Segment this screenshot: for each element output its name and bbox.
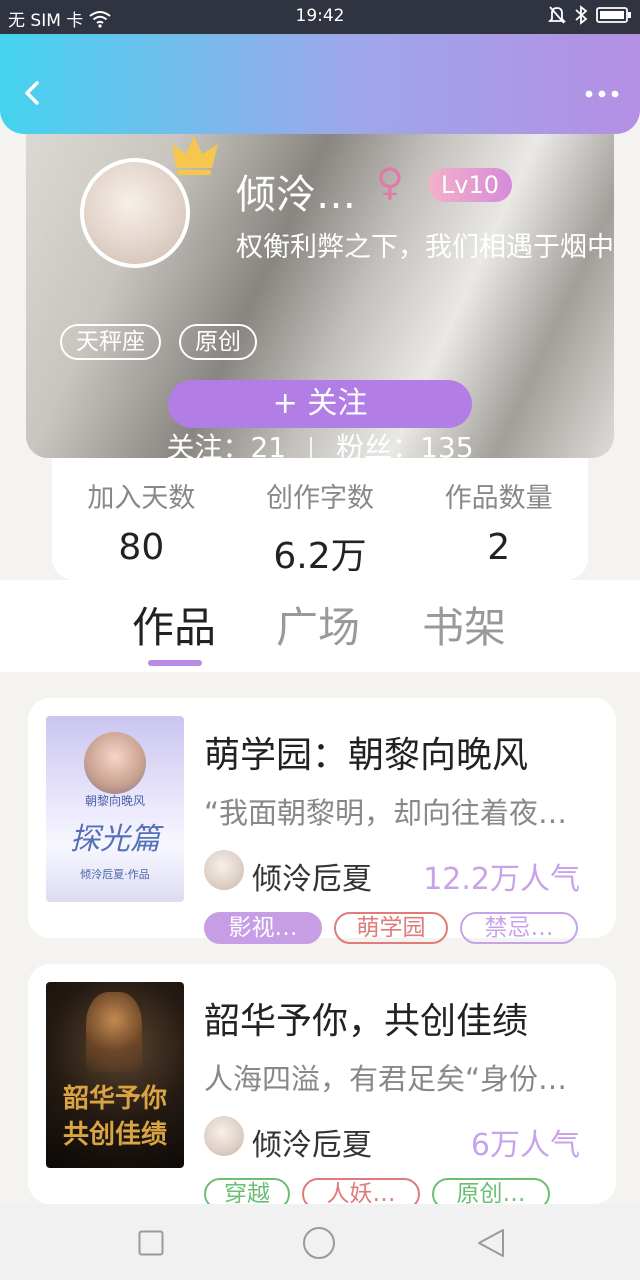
- author-avatar: [204, 850, 244, 890]
- more-dots-icon[interactable]: [584, 84, 620, 104]
- cover-title: 韶华予你: [62, 1084, 167, 1114]
- book-description: “我面朝黎明，却向往着夜…: [204, 796, 568, 830]
- cover-subtitle: 朝黎向晚风: [84, 794, 145, 808]
- followers-count[interactable]: 粉丝：135: [336, 431, 473, 458]
- book-cover[interactable]: 朝黎向晚风 探光篇 倾泠卮夏·作品: [46, 716, 184, 902]
- book-tag[interactable]: 萌学园: [334, 912, 448, 944]
- female-icon: ♀: [376, 160, 404, 204]
- home-circle-icon[interactable]: [302, 1226, 336, 1260]
- header-bar: [0, 34, 640, 134]
- cover-title: 共创佳绩: [62, 1120, 167, 1150]
- battery-icon: [596, 7, 631, 23]
- stat-word-count: 创作字数 6.2万: [231, 456, 410, 580]
- profile-tag: 天秤座: [60, 324, 161, 360]
- book-description: 人海四溢，有君足矣“身份…: [204, 1062, 568, 1096]
- back-arrow-icon[interactable]: [18, 78, 48, 108]
- author-avatar: [204, 1116, 244, 1156]
- profile-tags: 天秤座 原创: [60, 324, 257, 360]
- follow-button[interactable]: + 关注: [168, 380, 472, 428]
- profile-card: 倾泠… ♀ Lv10 权衡利弊之下，我们相遇于烟中 天秤座 原创 + 关注 关注…: [26, 110, 614, 458]
- author-name: 倾泠卮夏: [252, 1128, 372, 1163]
- cover-figure: [86, 992, 142, 1072]
- book-cover[interactable]: 韶华予你 共创佳绩: [46, 982, 184, 1168]
- tab-active-indicator: [148, 660, 202, 666]
- user-name: 倾泠…: [236, 172, 356, 218]
- status-bar: 无 SIM 卡 19:42: [0, 0, 640, 34]
- user-bio: 权衡利弊之下，我们相遇于烟中: [236, 232, 614, 263]
- author-name: 倾泠卮夏: [252, 862, 372, 897]
- recents-square-icon[interactable]: [138, 1230, 164, 1256]
- profile-tag: 原创: [179, 324, 257, 360]
- stat-value: 80: [118, 527, 165, 568]
- stat-works-count: 作品数量 2: [409, 456, 588, 580]
- book-title[interactable]: 韶华予你，共创佳绩: [204, 992, 528, 1044]
- tab-works[interactable]: 作品: [132, 594, 216, 655]
- book-title[interactable]: 萌学园：朝黎向晚风: [204, 726, 528, 778]
- cover-figure: [84, 732, 146, 794]
- book-tag[interactable]: 禁忌…: [460, 912, 578, 944]
- book-card[interactable]: 朝黎向晚风 探光篇 倾泠卮夏·作品 萌学园：朝黎向晚风 “我面朝黎明，却向往着夜…: [28, 698, 616, 944]
- stat-label: 加入天数: [87, 483, 196, 514]
- bluetooth-icon: [575, 5, 588, 25]
- crown-icon: [172, 136, 218, 175]
- stat-value: 2: [487, 527, 511, 568]
- follow-counts: 关注：21 粉丝：135: [26, 426, 614, 458]
- mute-bell-icon: [548, 6, 566, 24]
- stat-join-days: 加入天数 80: [52, 456, 231, 580]
- status-time: 19:42: [295, 6, 345, 26]
- book-tag[interactable]: 影视…: [204, 912, 322, 944]
- cover-author: 倾泠卮夏·作品: [80, 868, 150, 881]
- level-badge: Lv10: [428, 168, 512, 202]
- tab-bookshelf[interactable]: 书架: [422, 594, 506, 655]
- back-triangle-icon[interactable]: [476, 1228, 506, 1258]
- popularity-count: 12.2万人气: [423, 862, 580, 897]
- book-tags: 影视… 萌学园 禁忌…: [204, 912, 578, 944]
- stats-card: 加入天数 80 创作字数 6.2万 作品数量 2: [52, 456, 588, 580]
- stat-label: 创作字数: [266, 483, 374, 514]
- stat-value: 6.2万: [273, 536, 367, 577]
- popularity-count: 6万人气: [470, 1128, 580, 1163]
- book-card[interactable]: 韶华予你 共创佳绩 韶华予你，共创佳绩 人海四溢，有君足矣“身份… 倾泠卮夏 6…: [28, 964, 616, 1210]
- divider: [310, 437, 313, 458]
- stat-label: 作品数量: [444, 483, 553, 514]
- system-nav-bar: [0, 1204, 640, 1280]
- tab-bar: 作品 广场 书架: [0, 580, 640, 672]
- tab-plaza[interactable]: 广场: [276, 594, 360, 655]
- following-count[interactable]: 关注：21: [166, 431, 286, 458]
- cover-title: 探光篇: [70, 822, 160, 857]
